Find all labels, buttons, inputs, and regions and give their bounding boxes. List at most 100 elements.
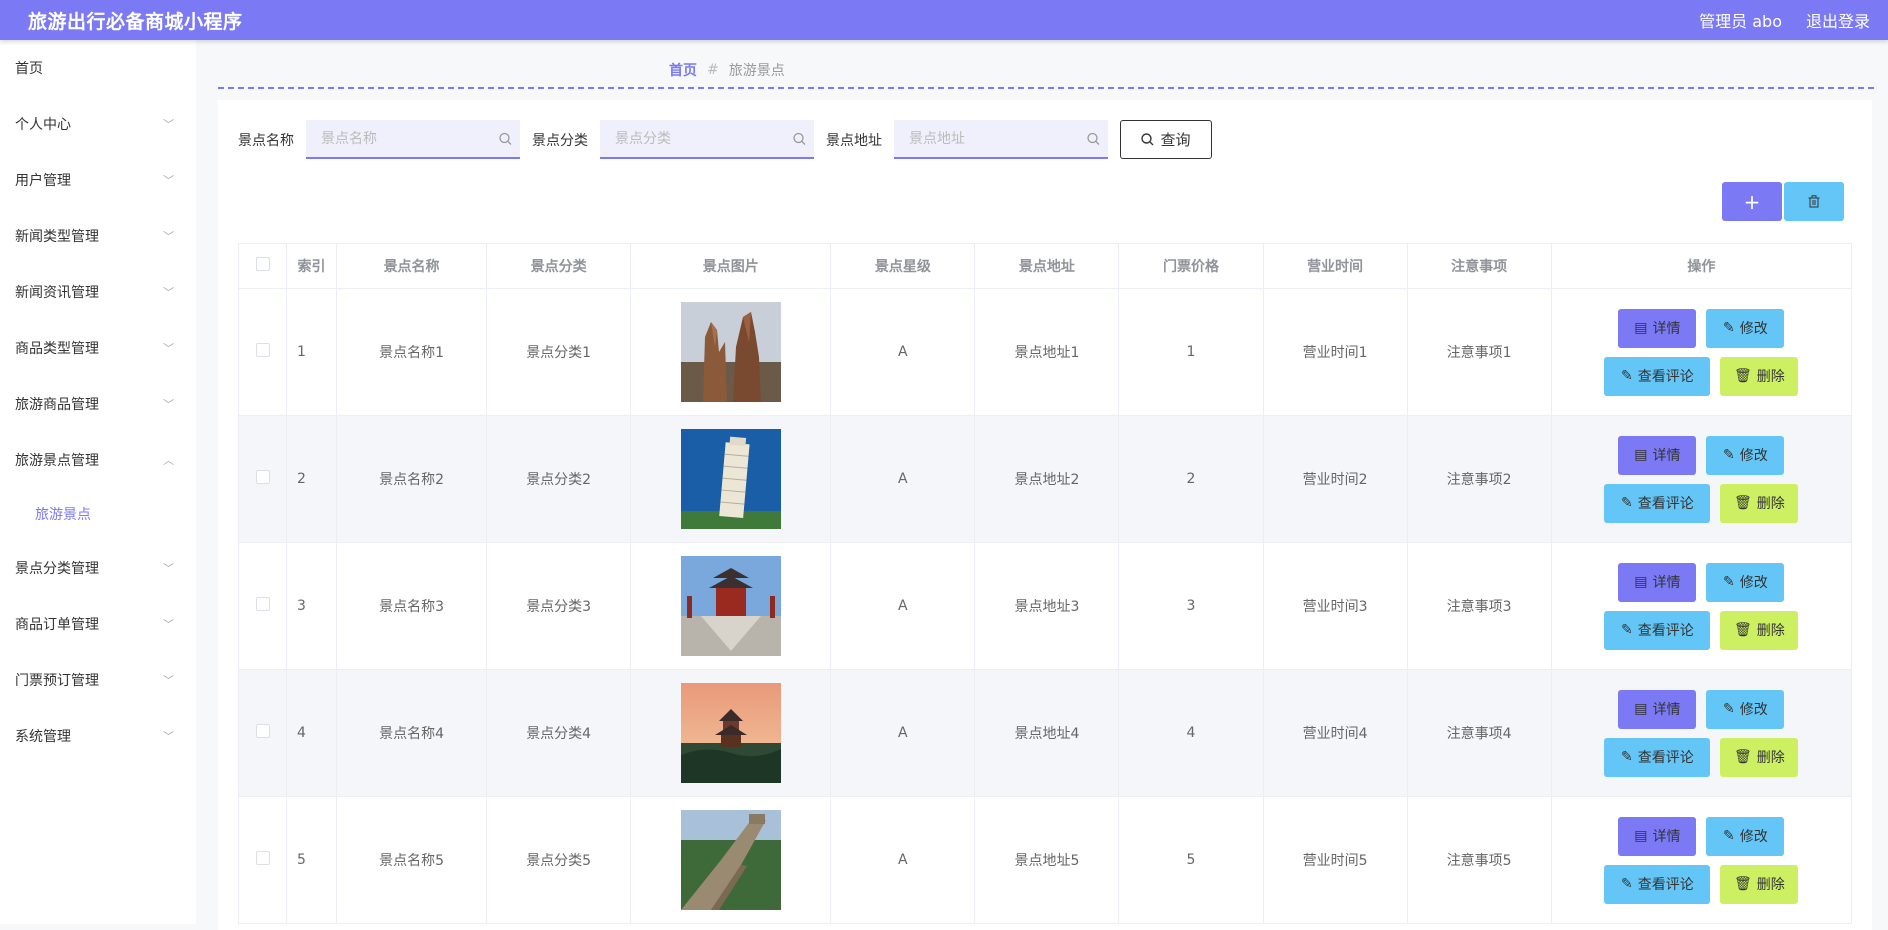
chevron-down-icon: ﹀ — [163, 230, 174, 243]
attraction-image-great-wall[interactable] — [680, 810, 781, 910]
checkbox[interactable] — [255, 470, 270, 484]
batch-delete-button[interactable] — [1784, 182, 1844, 221]
cell-name: 景点名称2 — [336, 415, 488, 543]
sidebar-item-profile[interactable]: 个人中心 ﹀ — [0, 96, 196, 152]
sidebar-item-orders[interactable]: 商品订单管理 ﹀ — [0, 596, 196, 652]
attraction-image-rock-peaks[interactable] — [680, 302, 781, 402]
search-box-address — [894, 120, 1108, 159]
attraction-image-sunset-pavilion[interactable] — [680, 683, 781, 783]
checkbox[interactable] — [255, 343, 270, 357]
sidebar-item-news[interactable]: 新闻资讯管理 ﹀ — [0, 264, 196, 320]
detail-button[interactable]: ▤ 详情 — [1618, 435, 1697, 475]
detail-button[interactable]: ▤ 详情 — [1618, 816, 1697, 856]
pencil-icon: ✎ — [1722, 828, 1735, 844]
header-select-all[interactable] — [238, 243, 288, 289]
header-address: 景点地址 — [974, 243, 1120, 289]
detail-button[interactable]: ▤ 详情 — [1618, 562, 1697, 602]
logout-button[interactable]: 退出登录 — [1806, 8, 1870, 32]
table-header-row: 索引 景点名称 景点分类 景点图片 景点星级 景点地址 门票价格 营业时间 注意… — [238, 243, 1853, 289]
cell-star: A — [830, 796, 976, 924]
edit-button[interactable]: ✎ 修改 — [1706, 435, 1785, 475]
checkbox[interactable] — [255, 257, 270, 271]
query-button[interactable]: 查询 — [1120, 120, 1212, 159]
edit-label: 修改 — [1739, 575, 1768, 591]
row-select[interactable] — [238, 415, 288, 543]
edit-button[interactable]: ✎ 修改 — [1706, 308, 1785, 348]
attraction-image-pagoda-plaza[interactable] — [680, 556, 781, 656]
edit-label: 修改 — [1739, 448, 1768, 464]
detail-button[interactable]: ▤ 详情 — [1618, 308, 1697, 348]
cell-image — [630, 542, 832, 670]
checkbox[interactable] — [255, 851, 270, 865]
cell-category: 景点分类2 — [486, 415, 632, 543]
cell-category: 景点分类5 — [486, 796, 632, 924]
delete-button[interactable]: 🗑 删除 — [1720, 483, 1799, 523]
delete-button[interactable]: 🗑 删除 — [1720, 610, 1799, 650]
document-icon: ▤ — [1634, 574, 1648, 590]
edit-button[interactable]: ✎ 修改 — [1706, 562, 1785, 602]
admin-user-label[interactable]: 管理员 abo — [1699, 8, 1782, 32]
document-icon: ▤ — [1634, 320, 1648, 336]
cell-address: 景点地址2 — [974, 415, 1120, 543]
table-row: 3 景点名称3 景点分类3 A 景点地址3 3 营业时间3 注意事项3 ▤ 详情… — [238, 542, 1853, 670]
checkbox[interactable] — [255, 724, 270, 738]
cell-actions: ▤ 详情 ✎ 修改 ✎ 查看评论 🗑 删除 — [1551, 542, 1853, 670]
query-label: 查询 — [1160, 131, 1191, 149]
row-select[interactable] — [238, 542, 288, 670]
attraction-image-leaning-tower[interactable] — [680, 429, 781, 529]
sidebar-item-home[interactable]: 首页 — [0, 40, 196, 96]
sidebar-item-system[interactable]: 系统管理 ﹀ — [0, 708, 196, 764]
delete-button[interactable]: 🗑 删除 — [1720, 737, 1799, 777]
view-comments-button[interactable]: ✎ 查看评论 — [1604, 483, 1711, 523]
sidebar-item-news-types[interactable]: 新闻类型管理 ﹀ — [0, 208, 196, 264]
edit-label: 修改 — [1739, 321, 1768, 337]
document-icon: ▤ — [1634, 828, 1648, 844]
view-comments-button[interactable]: ✎ 查看评论 — [1604, 356, 1711, 396]
cell-category: 景点分类4 — [486, 669, 632, 797]
search-input-name[interactable] — [306, 120, 520, 157]
delete-button[interactable]: 🗑 删除 — [1720, 864, 1799, 904]
sidebar-item-tickets[interactable]: 门票预订管理 ﹀ — [0, 652, 196, 708]
cell-name: 景点名称5 — [336, 796, 488, 924]
sidebar-item-label: 新闻资讯管理 — [15, 285, 99, 301]
cell-index: 3 — [286, 542, 338, 670]
cell-index: 4 — [286, 669, 338, 797]
row-select[interactable] — [238, 796, 288, 924]
sidebar: 首页 个人中心 ﹀ 用户管理 ﹀ 新闻类型管理 ﹀ 新闻资讯管理 ﹀ 商品类型管… — [0, 40, 196, 924]
sidebar-item-label: 旅游景点管理 — [15, 453, 99, 469]
cell-hours: 营业时间2 — [1263, 415, 1408, 543]
search-input-category[interactable] — [600, 120, 814, 157]
cell-hours: 营业时间1 — [1263, 288, 1408, 416]
search-bar: 景点名称 景点分类 景点地址 查询 — [238, 120, 1212, 159]
edit-button[interactable]: ✎ 修改 — [1706, 689, 1785, 729]
delete-button[interactable]: 🗑 删除 — [1720, 356, 1799, 396]
cell-notes: 注意事项5 — [1407, 796, 1552, 924]
sidebar-item-products[interactable]: 旅游商品管理 ﹀ — [0, 376, 196, 432]
search-input-address[interactable] — [894, 120, 1108, 157]
row-select[interactable] — [238, 669, 288, 797]
sidebar-item-users[interactable]: 用户管理 ﹀ — [0, 152, 196, 208]
sidebar-item-attractions[interactable]: 旅游景点管理 ︿ — [0, 432, 196, 488]
sidebar-item-product-types[interactable]: 商品类型管理 ﹀ — [0, 320, 196, 376]
table-row: 1 景点名称1 景点分类1 A 景点地址1 1 营业时间1 注意事项1 ▤ 详情… — [238, 288, 1853, 416]
sidebar-item-attraction-categories[interactable]: 景点分类管理 ﹀ — [0, 540, 196, 596]
header-notes: 注意事项 — [1407, 243, 1552, 289]
row-select[interactable] — [238, 288, 288, 416]
document-icon: ▤ — [1634, 701, 1648, 717]
sidebar-item-label: 景点分类管理 — [15, 561, 99, 577]
app-title: 旅游出行必备商城小程序 — [28, 10, 243, 33]
pencil-icon: ✎ — [1620, 749, 1633, 765]
breadcrumb-home[interactable]: 首页 — [669, 60, 697, 80]
comments-label: 查看评论 — [1637, 623, 1694, 639]
checkbox[interactable] — [255, 597, 270, 611]
detail-button[interactable]: ▤ 详情 — [1618, 689, 1697, 729]
view-comments-button[interactable]: ✎ 查看评论 — [1604, 737, 1711, 777]
edit-button[interactable]: ✎ 修改 — [1706, 816, 1785, 856]
view-comments-button[interactable]: ✎ 查看评论 — [1604, 864, 1711, 904]
sidebar-subitem-attractions[interactable]: 旅游景点 — [0, 488, 196, 540]
chevron-down-icon: ﹀ — [163, 618, 174, 631]
view-comments-button[interactable]: ✎ 查看评论 — [1604, 610, 1711, 650]
cell-hours: 营业时间3 — [1263, 542, 1408, 670]
add-button[interactable]: + — [1722, 182, 1782, 221]
cell-star: A — [830, 288, 976, 416]
